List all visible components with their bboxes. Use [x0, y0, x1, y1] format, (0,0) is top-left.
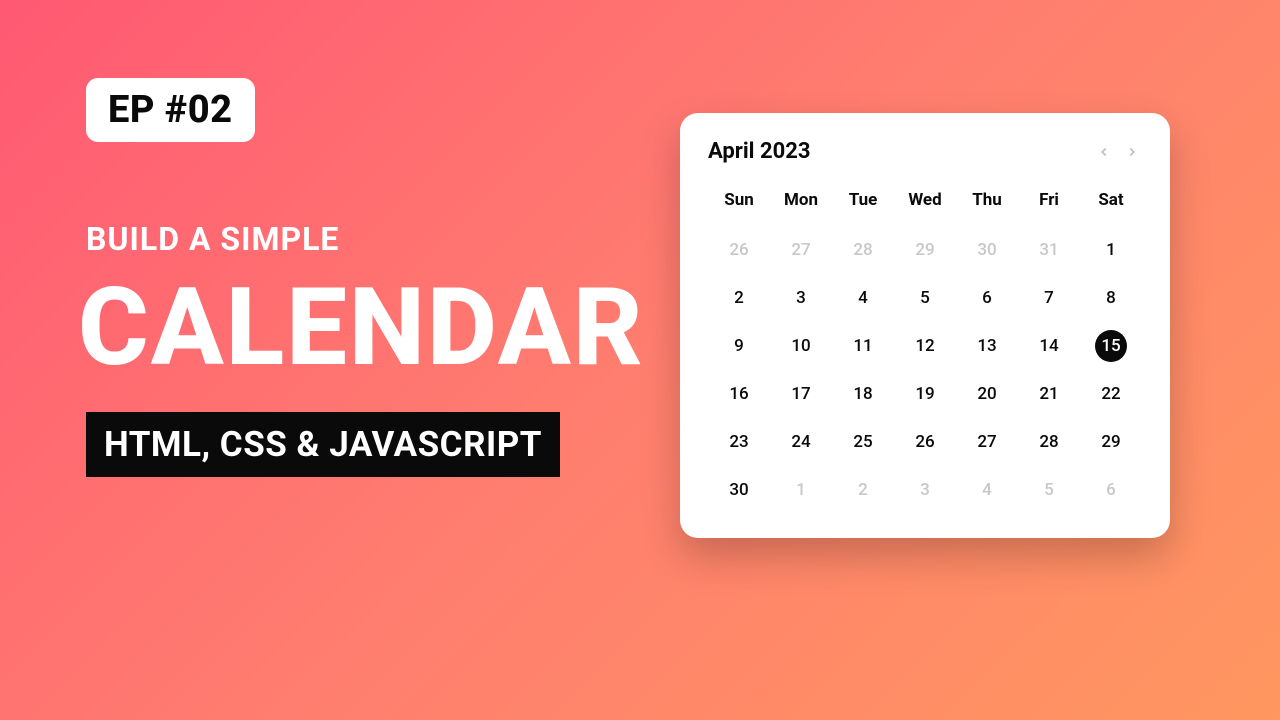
calendar-day[interactable]: 16 [708, 370, 770, 418]
calendar-day[interactable]: 27 [770, 226, 832, 274]
calendar-widget: April 2023 SunMonTueWedThuFriSat26272829… [680, 113, 1170, 538]
calendar-day[interactable]: 12 [894, 322, 956, 370]
calendar-day[interactable]: 28 [1018, 418, 1080, 466]
calendar-day[interactable]: 29 [894, 226, 956, 274]
calendar-day[interactable]: 4 [832, 274, 894, 322]
calendar-nav [1094, 142, 1142, 162]
calendar-day[interactable]: 30 [708, 466, 770, 514]
calendar-day[interactable]: 2 [832, 466, 894, 514]
subtitle: BUILD A SIMPLE [86, 220, 339, 258]
calendar-day[interactable]: 26 [894, 418, 956, 466]
calendar-day[interactable]: 22 [1080, 370, 1142, 418]
calendar-weekday-header: Fri [1018, 182, 1080, 226]
calendar-day[interactable]: 6 [1080, 466, 1142, 514]
episode-badge: EP #02 [86, 78, 255, 142]
calendar-day[interactable]: 1 [770, 466, 832, 514]
prev-month-button[interactable] [1094, 142, 1114, 162]
calendar-day[interactable]: 15 [1080, 322, 1142, 370]
calendar-day[interactable]: 17 [770, 370, 832, 418]
calendar-day[interactable]: 5 [894, 274, 956, 322]
calendar-day[interactable]: 13 [956, 322, 1018, 370]
calendar-day[interactable]: 21 [1018, 370, 1080, 418]
calendar-weekday-header: Tue [832, 182, 894, 226]
calendar-day[interactable]: 25 [832, 418, 894, 466]
calendar-day[interactable]: 19 [894, 370, 956, 418]
calendar-weekday-header: Wed [894, 182, 956, 226]
calendar-month-label: April 2023 [708, 139, 810, 164]
calendar-day[interactable]: 14 [1018, 322, 1080, 370]
calendar-weekday-header: Mon [770, 182, 832, 226]
calendar-day[interactable]: 3 [894, 466, 956, 514]
main-title: CALENDAR [78, 265, 645, 391]
calendar-day[interactable]: 30 [956, 226, 1018, 274]
next-month-button[interactable] [1122, 142, 1142, 162]
calendar-weekday-header: Sat [1080, 182, 1142, 226]
calendar-day[interactable]: 24 [770, 418, 832, 466]
calendar-day[interactable]: 7 [1018, 274, 1080, 322]
calendar-day[interactable]: 20 [956, 370, 1018, 418]
calendar-header: April 2023 [708, 139, 1142, 164]
calendar-day[interactable]: 6 [956, 274, 1018, 322]
calendar-day[interactable]: 23 [708, 418, 770, 466]
chevron-left-icon [1097, 145, 1111, 159]
calendar-day[interactable]: 2 [708, 274, 770, 322]
calendar-day[interactable]: 3 [770, 274, 832, 322]
calendar-day[interactable]: 18 [832, 370, 894, 418]
calendar-day[interactable]: 31 [1018, 226, 1080, 274]
calendar-weekday-header: Thu [956, 182, 1018, 226]
calendar-day[interactable]: 10 [770, 322, 832, 370]
tech-stack-label: HTML, CSS & JAVASCRIPT [86, 412, 560, 477]
calendar-day[interactable]: 27 [956, 418, 1018, 466]
calendar-day[interactable]: 4 [956, 466, 1018, 514]
calendar-grid: SunMonTueWedThuFriSat2627282930311234567… [708, 182, 1142, 514]
calendar-day[interactable]: 11 [832, 322, 894, 370]
calendar-day[interactable]: 8 [1080, 274, 1142, 322]
calendar-day[interactable]: 28 [832, 226, 894, 274]
calendar-day[interactable]: 26 [708, 226, 770, 274]
calendar-day[interactable]: 9 [708, 322, 770, 370]
calendar-day[interactable]: 29 [1080, 418, 1142, 466]
calendar-day[interactable]: 1 [1080, 226, 1142, 274]
calendar-day[interactable]: 5 [1018, 466, 1080, 514]
calendar-weekday-header: Sun [708, 182, 770, 226]
chevron-right-icon [1125, 145, 1139, 159]
